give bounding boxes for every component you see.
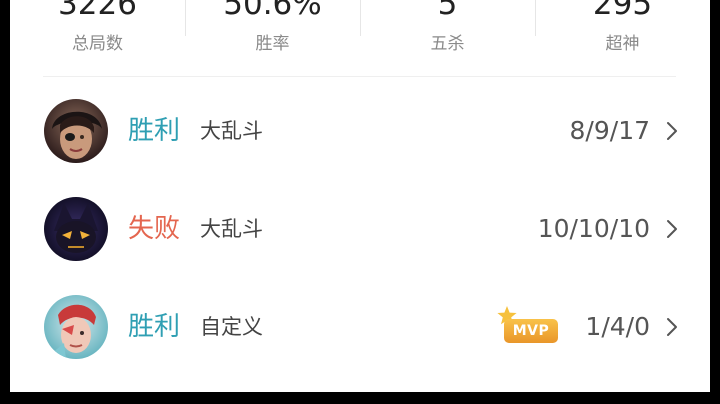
chevron-right-icon[interactable] [666,121,678,141]
chevron-right-icon[interactable] [666,317,678,337]
game-mode: 自定义 [200,315,263,339]
stat-value: 3226 [58,0,137,22]
champion-avatar [44,197,108,261]
chevron-right-icon[interactable] [666,219,678,239]
stat-value: 50.6% [223,0,322,22]
kda-score: 8/9/17 [569,116,650,145]
match-history-panel: 3226 总局数 50.6% 胜率 5 五杀 295 超神 胜利 大乱斗 8/9… [10,0,710,392]
match-row[interactable]: 胜利 大乱斗 8/9/17 [10,83,710,179]
stat-legendary: 295 超神 [535,0,710,66]
match-row[interactable]: 胜利 自定义 MVP 1/4/0 [10,279,710,375]
champion-avatar [44,295,108,359]
game-mode: 大乱斗 [200,217,263,241]
stat-value: 5 [437,0,458,22]
match-result: 失败 [128,214,181,244]
stat-win-rate: 50.6% 胜率 [185,0,360,66]
champion-avatar [44,99,108,163]
mvp-badge-icon: MVP [497,305,562,349]
kda-score: 1/4/0 [585,312,650,341]
match-result: 胜利 [128,312,181,342]
kda-score: 10/10/10 [537,214,650,243]
stats-summary: 3226 总局数 50.6% 胜率 5 五杀 295 超神 [10,0,710,66]
stat-label: 胜率 [255,34,290,54]
match-result: 胜利 [128,116,181,146]
stat-label: 五杀 [430,34,465,54]
mvp-label: MVP [504,319,558,343]
match-row[interactable]: 失败 大乱斗 10/10/10 [10,181,710,277]
stat-pentakills: 5 五杀 [360,0,535,66]
section-divider [43,76,676,77]
stat-label: 总局数 [72,34,123,54]
stat-total-games: 3226 总局数 [10,0,185,66]
stat-label: 超神 [605,34,640,54]
game-mode: 大乱斗 [200,119,263,143]
stat-value: 295 [592,0,653,22]
